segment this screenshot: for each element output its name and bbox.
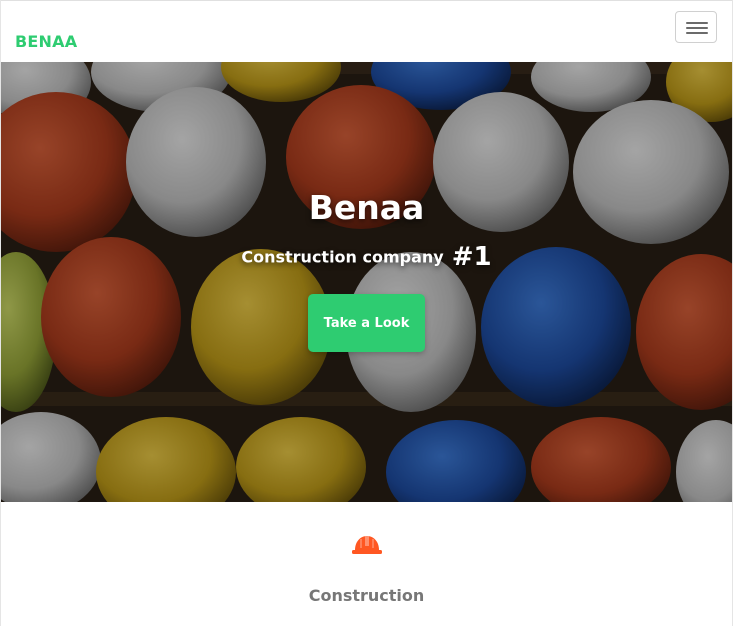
hard-hat-icon <box>352 536 382 554</box>
hero-subtitle: Construction company #1 <box>1 242 732 272</box>
page: BENAA Benaa Construction company #1 Take… <box>0 0 733 626</box>
navbar: BENAA <box>1 0 732 62</box>
hero-title: Benaa <box>308 188 425 227</box>
hero-background-image <box>1 62 732 502</box>
take-a-look-button[interactable]: Take a Look <box>308 294 425 352</box>
hero-subtitle-text: Construction company <box>241 247 444 267</box>
hero-section: Benaa Construction company #1 Take a Look <box>1 62 732 502</box>
services-section: Construction <box>1 502 732 626</box>
service-description-cut <box>13 622 720 626</box>
service-title: Construction <box>308 586 425 605</box>
hamburger-menu-icon <box>686 22 708 24</box>
navbar-toggle-button[interactable] <box>675 11 717 43</box>
brand-logo[interactable]: BENAA <box>15 32 77 51</box>
hamburger-menu-icon-bar <box>686 27 708 29</box>
hero-rank: #1 <box>451 242 492 272</box>
hamburger-menu-icon-bar <box>686 32 708 34</box>
